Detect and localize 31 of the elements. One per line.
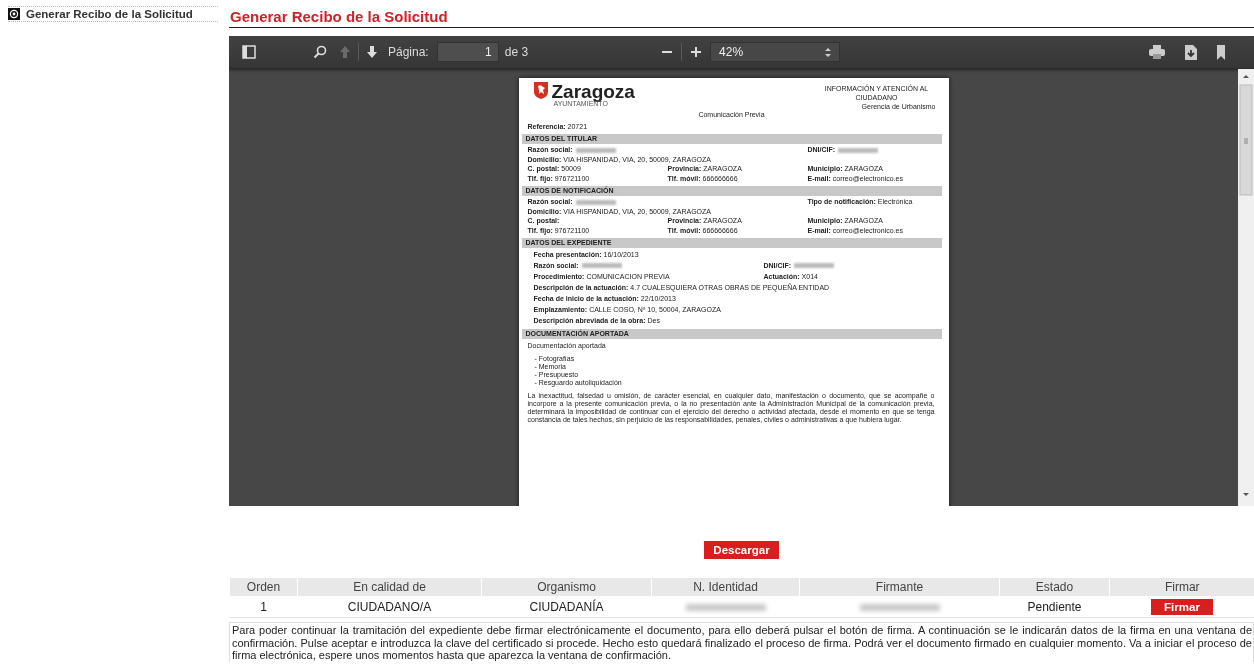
- sidebar-toggle-icon[interactable]: [242, 45, 256, 59]
- column-header: Firmante: [799, 578, 1000, 596]
- column-header: En calidad de: [297, 578, 482, 596]
- sign-button[interactable]: Firmar: [1151, 598, 1213, 615]
- arrow-down-icon[interactable]: [366, 45, 378, 59]
- page-number-field[interactable]: 1: [436, 42, 499, 62]
- target-icon: [8, 8, 20, 20]
- printer-icon[interactable]: [1149, 45, 1166, 59]
- download-button[interactable]: Descargar: [704, 541, 779, 559]
- caret-icon: [825, 47, 832, 57]
- table-cell: 1: [229, 596, 298, 618]
- plus-icon[interactable]: [690, 46, 703, 58]
- table-cell: Pendiente: [999, 596, 1110, 618]
- crest-logo: [533, 82, 548, 99]
- logo-wordmark: Zaragoza: [551, 82, 635, 101]
- page-count: de 3: [504, 45, 529, 59]
- instructions-text: Para poder continuar la tramitación del expediente debe firmar electrónicamente el documento, para ello deberá pulsar el botón de firma. A continuación se le indicarán datos de la firma en una ventana de confirmación. Pulse aceptar e introduzca la clave del certificado si procede. Hecho esto quedará finalizado el proceso de firma. Podrá ver el documento firmado en cualquier momento. Va a iniciar el proceso de firma electrónica, espere unos momentos hasta que aparezca la ventana de confirmación.: [229, 622, 1254, 662]
- sidebar-item[interactable]: Generar Recibo de la Solicitud: [8, 6, 218, 22]
- column-header: N. Identidad: [651, 578, 800, 596]
- column-header: Estado: [999, 578, 1110, 596]
- table-cell: CIUDADANÍA: [481, 596, 652, 618]
- table-cell: CIUDADANO/A: [297, 596, 482, 618]
- page-label: Página:: [388, 45, 429, 59]
- download-icon[interactable]: [1185, 44, 1198, 60]
- page-title: Generar Recibo de la Solicitud: [229, 0, 1254, 28]
- bookmark-icon[interactable]: [1217, 44, 1226, 60]
- column-header: Firmar: [1109, 578, 1254, 596]
- zoom-select[interactable]: 42%: [710, 42, 841, 62]
- column-header: Orden: [229, 578, 298, 596]
- search-icon[interactable]: [313, 45, 327, 59]
- column-header: Organismo: [481, 578, 652, 596]
